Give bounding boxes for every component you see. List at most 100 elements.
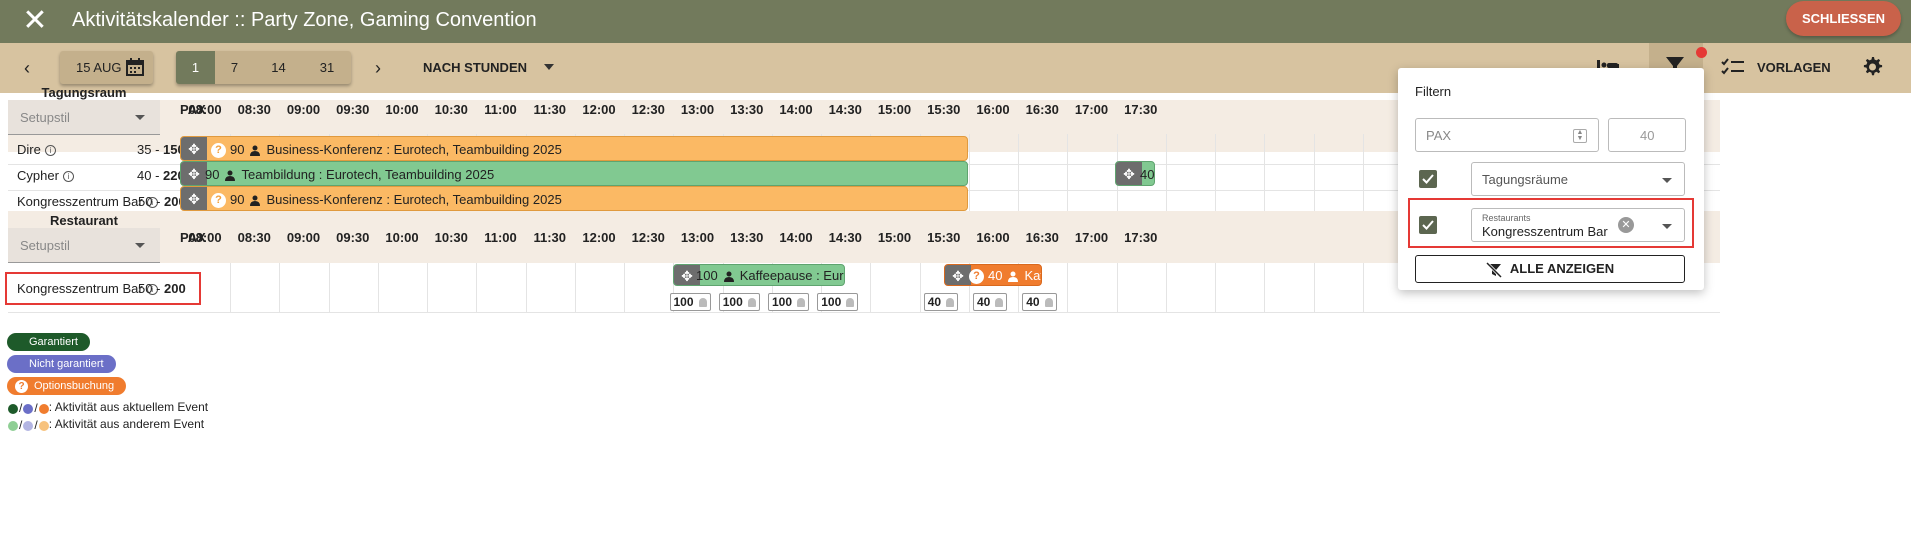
grid-line (525, 263, 527, 313)
event-bar[interactable]: ✥ 90 Teambildung : Eurotech, Teambuilding… (180, 161, 968, 186)
person-icon (225, 170, 236, 182)
capacity-value: 100 (772, 295, 793, 309)
meeting-rooms-checkbox[interactable] (1419, 170, 1437, 188)
info-icon[interactable]: i (62, 171, 74, 183)
move-handle-icon[interactable]: ✥ (181, 162, 207, 185)
close-button[interactable]: SCHLIESSEN (1786, 1, 1901, 36)
legend-current-event-label: : Aktivität aus aktuellem Event (48, 400, 209, 414)
section-title-meeting: Tagungsraum (41, 85, 127, 100)
grid-line (968, 134, 970, 211)
date-picker-button[interactable]: 15 AUG (60, 51, 153, 84)
person-icon (797, 298, 806, 308)
room-name: Cypher (17, 168, 59, 183)
pax-input[interactable]: PAX ▲ ▼ (1415, 118, 1599, 152)
color-dots: / / (8, 418, 49, 432)
capacity-value: 40 (927, 295, 942, 309)
event-bar[interactable]: ✥ ? 40 Kaffe (944, 264, 1042, 286)
setup-style-placeholder: Setupstil (20, 238, 70, 253)
legend-guaranteed: Garantiert (7, 333, 90, 351)
setup-style-placeholder: Setupstil (20, 110, 70, 125)
event-count: 40 (1140, 167, 1155, 182)
event-bar[interactable]: ✥ 100Kaffeepause : Eurotec (673, 264, 845, 286)
grid-line (1018, 134, 1019, 211)
grid-line (476, 263, 478, 313)
option-icon: ? (15, 379, 28, 393)
move-handle-icon[interactable]: ✥ (181, 187, 207, 210)
meeting-rooms-select[interactable]: Tagungsräume (1471, 162, 1685, 196)
capacity-chip: 100 (768, 293, 810, 311)
grid-line (1165, 134, 1167, 211)
filter-panel: Filtern PAX ▲ ▼ 40 Tagungsräume Restauran… (1398, 68, 1704, 290)
time-header: 17:30 (1124, 102, 1158, 117)
event-bar[interactable]: ✥ ? 90 Business-Konferenz : Eurotech, Team… (180, 186, 968, 211)
slash: / (34, 400, 38, 415)
close-icon[interactable]: ✕ (20, 6, 50, 36)
move-handle-icon[interactable]: ✥ (181, 137, 207, 160)
person-icon (723, 271, 734, 283)
grid-line (1215, 134, 1216, 211)
prev-arrow-icon[interactable]: ‹ (15, 56, 39, 80)
show-all-label: ALLE ANZEIGEN (1509, 261, 1615, 276)
event-label: Kaffeepause : Eurotec (739, 268, 844, 283)
capacity-chip: 100 (817, 293, 859, 311)
restaurants-select[interactable]: Restaurants Kongresszentrum Bar ✕ (1471, 208, 1685, 242)
event-bar[interactable]: ✥ 40 (1115, 161, 1155, 186)
grid-line (230, 263, 231, 313)
grid-line (377, 263, 379, 313)
pax-min: 35 (137, 142, 152, 157)
grid-line (1362, 134, 1364, 211)
capacity-value: 100 (673, 295, 694, 309)
show-all-button[interactable]: ALLE ANZEIGEN (1415, 255, 1685, 283)
clear-icon[interactable]: ✕ (1618, 217, 1634, 233)
capacity-value: 100 (821, 295, 842, 309)
filter-off-icon (1485, 261, 1502, 278)
range-7-button[interactable]: 7 (215, 51, 254, 84)
event-count: 90 (230, 142, 245, 157)
view-mode-dropdown[interactable]: NACH STUNDEN (423, 60, 527, 75)
filter-panel-title: Filtern (1415, 84, 1452, 99)
range-1-button[interactable]: 1 (176, 51, 215, 84)
chevron-down-icon (135, 243, 145, 248)
pax-max-input[interactable]: 40 (1608, 118, 1686, 152)
grid-line (427, 263, 428, 313)
templates-button[interactable]: VORLAGEN (1757, 60, 1831, 75)
person-icon (1044, 298, 1053, 308)
restaurants-checkbox[interactable] (1419, 216, 1437, 234)
legend-current-event: / / : Aktivität aus aktuellem Event (8, 400, 208, 415)
restaurants-select-value: Kongresszentrum Bar (1482, 224, 1608, 239)
legend-not-guaranteed: Nicht garantiert (7, 355, 116, 373)
event-count: 90 (205, 167, 220, 182)
gear-icon[interactable] (1860, 55, 1884, 79)
info-icon[interactable]: i (44, 145, 56, 157)
person-icon (747, 298, 756, 308)
chevron-down-icon[interactable] (544, 64, 554, 70)
legend-other-event: / /: Aktivität aus anderem Event (8, 417, 204, 432)
chevron-down-icon[interactable] (1662, 224, 1672, 229)
event-bar[interactable]: ✥ ? 90 Business-Konferenz : Eurotech, Team… (180, 136, 968, 161)
move-handle-icon[interactable]: ✥ (945, 265, 971, 285)
highlight-box (5, 272, 201, 305)
pax-placeholder: PAX (1426, 128, 1452, 143)
slash: / (19, 400, 23, 415)
grid-line (1067, 263, 1069, 313)
grid-line (1116, 263, 1118, 313)
grid-line (919, 263, 921, 313)
option-icon: ? (211, 143, 226, 159)
range-14-button[interactable]: 14 (254, 51, 303, 84)
app-header: ✕ Aktivitätskalender :: Party Zone, Gami… (0, 0, 1911, 43)
move-handle-icon[interactable]: ✥ (1116, 162, 1142, 185)
next-arrow-icon[interactable]: › (366, 56, 390, 80)
setup-style-select[interactable]: Setupstil (8, 228, 160, 263)
active-filter-badge (1696, 47, 1707, 58)
capacity-chip: 100 (718, 293, 760, 311)
checklist-icon[interactable] (1721, 58, 1745, 76)
person-icon (698, 298, 707, 308)
event-label: Business-Konferenz : Eurotech, Teambuild… (266, 192, 562, 207)
room-name: Kongresszentrum Bar (17, 194, 143, 209)
person-icon (250, 195, 261, 207)
range-31-button[interactable]: 31 (303, 51, 351, 84)
capacity-value: 40 (1026, 295, 1040, 309)
setup-style-select[interactable]: Setupstil (8, 100, 160, 135)
stepper-icon[interactable]: ▲ ▼ (1573, 129, 1587, 143)
legend-option-label: Optionsbuchung (34, 380, 115, 392)
